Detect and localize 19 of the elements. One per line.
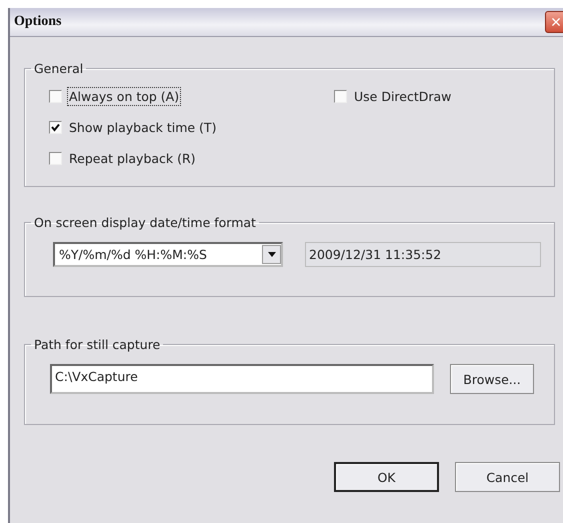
checkbox[interactable] bbox=[334, 90, 347, 103]
checkbox[interactable] bbox=[49, 90, 62, 103]
checkbox-label[interactable]: Show playback time (T) bbox=[68, 119, 218, 136]
preview-field: 2009/12/31 11:35:52 bbox=[305, 242, 541, 267]
caret-icon bbox=[262, 245, 281, 264]
group-title: Path for still capture bbox=[33, 337, 162, 352]
group-title: On screen display date/time format bbox=[33, 215, 257, 230]
checkbox-label[interactable]: Repeat playback (R) bbox=[68, 150, 197, 167]
format-dropdown[interactable]: %Y/%m/%d %H:%M:%S bbox=[53, 242, 283, 267]
browse-button[interactable]: Browse... bbox=[450, 364, 534, 394]
checkbox-label[interactable]: Always on top (A) bbox=[68, 88, 180, 105]
window-title: Options bbox=[14, 14, 62, 30]
dialog-button[interactable]: OK bbox=[334, 462, 439, 492]
checkbox-label[interactable]: Use DirectDraw bbox=[353, 88, 452, 105]
checkbox[interactable] bbox=[49, 121, 62, 134]
checkbox[interactable] bbox=[49, 152, 62, 165]
dialog-button[interactable]: Cancel bbox=[455, 462, 560, 492]
group-title: General bbox=[33, 61, 84, 76]
path-field[interactable]: C:\VxCapture bbox=[50, 364, 434, 394]
